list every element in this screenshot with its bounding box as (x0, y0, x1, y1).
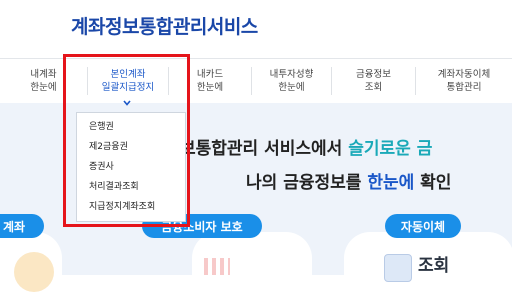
nav-item-sublabel: 한눈에 (196, 82, 224, 93)
highlight-annotation-box (63, 54, 190, 227)
nav-item-sublabel: 조회 (364, 82, 383, 93)
hero-headline-highlight: 한눈에 (367, 173, 415, 193)
hero-headline-line2: 나의 금융정보를 한눈에 확인 (246, 168, 451, 193)
nav-item-sublabel: 한눈에 (278, 82, 305, 93)
nav-item-sublabel: 한눈에 (30, 82, 57, 93)
card-illustration-circle (14, 252, 54, 292)
nav-item-financial-info[interactable]: 금융정보 조회 (332, 59, 415, 103)
hero-headline-text: 나의 금융정보를 (246, 173, 368, 193)
nav-item-auto-transfer[interactable]: 계좌자동이체 통합관리 (416, 59, 512, 103)
hero-headline-text: 확인 (414, 173, 452, 193)
nav-item-label: 금융정보 (356, 69, 391, 80)
nav-item-investment-profile[interactable]: 내투자성향 한눈에 (252, 59, 331, 103)
service-card-title: 자동이체 (385, 214, 461, 238)
nav-item-label: 내카드 (196, 69, 224, 80)
service-card-title: 계좌 (0, 214, 44, 238)
nav-item-label: 내계좌 (30, 69, 57, 80)
card-illustration-document (384, 254, 412, 282)
hero-headline-line1: 보통합관리 서비스에서 슬기로운 금 (180, 134, 432, 159)
nav-item-sublabel: 통합관리 (446, 82, 482, 93)
nav-item-label: 내투자성향 (269, 69, 314, 80)
hero-headline-text: 보통합관리 서비스에서 (180, 139, 349, 159)
card-illustration-strip (204, 258, 230, 275)
page-title[interactable]: 계좌정보통합관리서비스 (71, 12, 258, 39)
card-illustration-text: 조회 (418, 256, 450, 276)
nav-item-label: 계좌자동이체 (437, 69, 491, 80)
hero-headline-highlight: 슬기로운 금 (348, 139, 433, 159)
